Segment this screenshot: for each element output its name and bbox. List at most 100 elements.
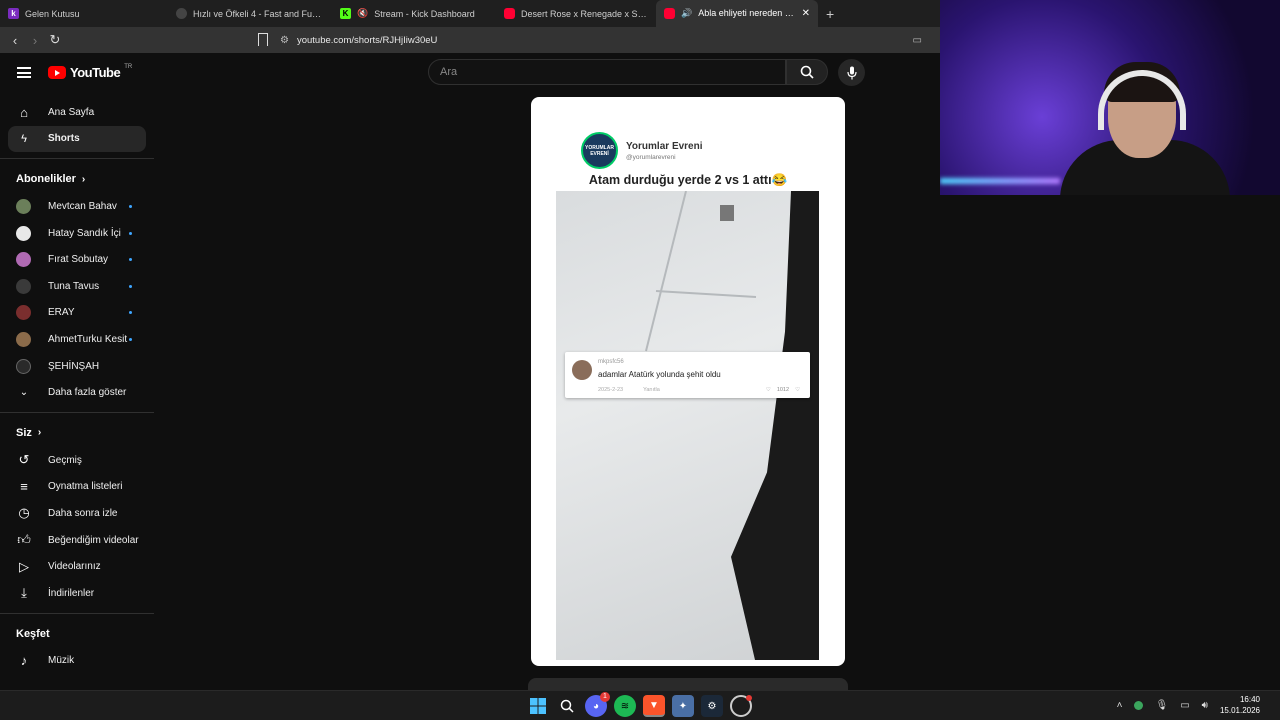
new-content-dot [129,284,132,288]
short-channel-header: YORUMLAR EVRENİ Yorumlar Evreni @yorumla… [581,132,703,169]
heart-icon: ♡ [765,387,771,393]
sidebar-item-subscription[interactable]: Tuna Tavus [0,273,154,300]
sidebar-item-playlists[interactable]: ≡ Oynatma listeleri [0,474,154,501]
sidebar-item-your-videos[interactable]: ▷ Videolarınız [0,553,154,580]
channel-name: ERAY [48,307,75,319]
sidebar-item-liked[interactable]: 👍︎ Beğendiğim videolar [0,527,154,554]
youtube-logo[interactable]: YouTube TR [48,64,132,80]
sidebar-item-music[interactable]: ♪ Müzik [0,648,154,675]
kick-inbox-icon: k [8,8,19,19]
taskbar-apps: ◕ 1 ≋ ▼ ✦ ⚙ [527,692,752,717]
new-tab-button[interactable]: + [818,6,842,22]
discord-icon[interactable]: ◕ 1 [585,692,610,717]
sidebar-item-subscription[interactable]: AhmetTurku Kesit [0,326,154,353]
chevron-right-icon: › [37,427,42,439]
channel-avatar: YORUMLAR EVRENİ [581,132,618,169]
date: 15.01.2026 [1219,706,1260,715]
youtube-page: YouTube TR Ara ⌂ Ana Sayfa ϟ Shorts Abon… [0,53,1263,690]
tab-kick-dashboard[interactable]: K 🔇 Stream - Kick Dashboard [332,0,496,27]
you-header[interactable]: Siz › [0,419,154,447]
chevron-down-icon: ⌄ [19,387,29,399]
app-icon[interactable]: ✦ [672,695,694,717]
notification-badge: 1 [600,692,610,702]
playlist-icon: ≡ [20,479,28,495]
windows-start-icon[interactable] [527,695,549,717]
spotify-icon[interactable]: ≋ [614,695,636,717]
url-field[interactable]: ⚙ youtube.com/shorts/RJHjIiw30eU ▭ [280,30,940,50]
comment-text: adamlar Atatürk yolunda şehit oldu [598,370,721,379]
tab-title: Hızlı ve Öfkeli 4 - Fast and Furious 4 [193,8,324,19]
tab-title: Stream - Kick Dashboard [374,8,475,19]
sidebar-item-watch-later[interactable]: ◷ Daha sonra izle [0,500,154,527]
sidebar-item-subscription[interactable]: Hatay Sandık İçi [0,220,154,247]
site-info-icon[interactable]: ⚙ [280,35,289,46]
sidebar-item-label: Shorts [48,133,80,145]
search-icon[interactable] [556,695,578,717]
reload-button[interactable]: ↻ [45,32,65,48]
sidebar-item-home[interactable]: ⌂ Ana Sayfa [0,99,154,126]
sidebar-item-label: Daha sonra izle [48,507,118,519]
tab-gelen-kutusu[interactable]: k Gelen Kutusu [0,0,168,27]
obs-icon[interactable] [730,695,752,717]
subscriptions-header[interactable]: Abonelikler › [0,165,154,193]
forward-button[interactable]: › [25,33,45,48]
tab-fast-and-furious[interactable]: Hızlı ve Öfkeli 4 - Fast and Furious 4 [168,0,332,27]
tab-desert-rose[interactable]: Desert Rose x Renegade x Streets (G [496,0,656,27]
divider [0,411,154,413]
channel-name: ŞEHİNŞAH [48,360,100,372]
short-video-frame[interactable]: mkpsfc56 adamlar Atatürk yolunda şehit o… [556,191,819,660]
chevron-up-icon[interactable]: ˄ [1117,700,1123,711]
sidebar-item-subscription[interactable]: ŞEHİNŞAH [0,353,154,380]
comment-meta: 2025-2-23 Yanıtla [598,387,660,393]
network-icon[interactable]: ▭ [1180,700,1189,711]
show-more-button[interactable]: ⌄ Daha fazla göster [0,379,154,406]
tab-active-short[interactable]: 🔊 Abla ehliyeti nereden aldın 😂 ✕ [656,0,818,27]
status-dot-icon[interactable] [1134,700,1144,710]
divider [0,158,154,160]
menu-icon[interactable] [17,67,31,78]
cast-icon[interactable]: ▭ [913,35,922,46]
right-background [940,195,1280,690]
steam-icon[interactable]: ⚙ [701,695,723,717]
like-icon: 👍︎ [17,532,31,548]
sidebar-item-label: Videolarınız [48,561,101,573]
sidebar-item-shorts[interactable]: ϟ Shorts [8,125,146,153]
logo-text: YouTube [70,65,121,80]
comment-date: 2025-2-23 [598,387,624,393]
clock[interactable]: 16:40 15.01.2026 [1220,694,1260,716]
sidebar-item-subscription[interactable]: Mevtcan Bahav [0,193,154,220]
sidebar-item-downloads[interactable]: ⤓ İndirilenler [0,580,154,607]
sidebar-item-label: Oynatma listeleri [48,481,123,493]
brave-browser-icon[interactable]: ▼ [643,695,665,717]
sidebar-item-history[interactable]: ↺ Geçmiş [0,447,154,474]
back-button[interactable]: ‹ [5,33,25,48]
home-icon: ⌂ [20,104,28,120]
sidebar-item-subscription[interactable]: Fırat Sobutay [0,246,154,273]
sidebar: ⌂ Ana Sayfa ϟ Shorts Abonelikler › Mevtc… [0,99,154,690]
your-videos-icon: ▷ [19,558,29,574]
avatar [16,305,31,321]
history-icon: ↺ [18,452,30,468]
search-icon [800,65,814,79]
new-content-dot [129,231,132,235]
windows-taskbar: ◕ 1 ≋ ▼ ✦ ⚙ ˄ 🎙︎ ▭ 🔊︎ 16:40 15.01.2026 [0,690,1280,720]
volume-icon[interactable]: 🔊︎ [1202,700,1208,711]
youtube-icon [664,8,675,19]
chevron-right-icon: › [81,173,86,185]
system-tray: ˄ 🎙︎ ▭ 🔊︎ 16:40 15.01.2026 [1117,694,1260,716]
new-content-dot [129,204,132,208]
sidebar-item-subscription[interactable]: ERAY [0,300,154,327]
channel-name: Yorumlar Evreni [626,140,703,152]
comment-likes: ♡ 1012 ♡ [766,387,800,393]
bookmark-icon[interactable] [258,33,268,46]
close-tab-icon[interactable]: ✕ [802,8,810,19]
shorts-player[interactable]: YORUMLAR EVRENİ Yorumlar Evreni @yorumla… [531,97,845,666]
explore-header: Keşfet [0,620,154,648]
voice-search-button[interactable] [838,59,865,86]
section-title: Siz [16,426,32,439]
mic-icon[interactable]: 🎙︎ [1155,700,1168,711]
search-button[interactable] [786,59,828,85]
browser-tab-bar: k Gelen Kutusu Hızlı ve Öfkeli 4 - Fast … [0,0,940,27]
search-input[interactable]: Ara [428,59,786,85]
download-icon: ⤓ [21,585,27,601]
